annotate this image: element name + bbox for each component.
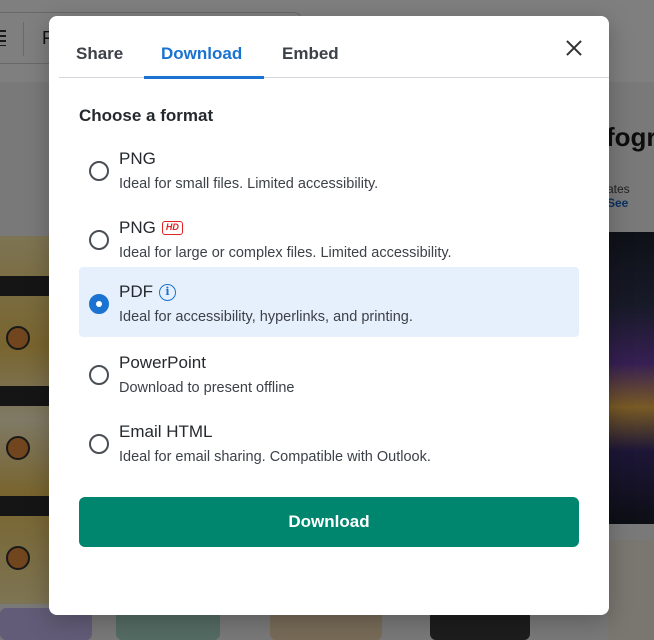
option-title: PNG HD	[119, 218, 183, 238]
option-title: Email HTML	[119, 422, 213, 441]
format-option-email-html[interactable]: Email HTML Ideal for email sharing. Comp…	[79, 407, 579, 477]
radio-button[interactable]	[89, 161, 109, 181]
format-option-png[interactable]: PNG Ideal for small files. Limited acces…	[79, 134, 579, 204]
format-option-powerpoint[interactable]: PowerPoint Download to present offline	[79, 338, 579, 408]
radio-button[interactable]	[89, 365, 109, 385]
option-description: Ideal for accessibility, hyperlinks, and…	[119, 309, 413, 325]
format-option-pdf[interactable]: PDF i Ideal for accessibility, hyperlink…	[79, 267, 579, 337]
hd-badge-icon: HD	[161, 221, 183, 235]
format-option-png-hd[interactable]: PNG HD Ideal for large or complex files.…	[79, 203, 579, 273]
info-icon[interactable]: i	[159, 283, 176, 301]
option-description: Ideal for email sharing. Compatible with…	[119, 449, 431, 465]
option-description: Download to present offline	[119, 380, 295, 396]
download-button[interactable]: Download	[79, 497, 579, 547]
radio-button[interactable]	[89, 230, 109, 250]
format-heading: Choose a format	[79, 106, 214, 125]
radio-button-selected[interactable]	[89, 294, 109, 314]
radio-button[interactable]	[89, 434, 109, 454]
modal-tabs: Share Download Embed	[49, 16, 609, 79]
tab-share[interactable]: Share	[76, 44, 123, 64]
option-title: PowerPoint	[119, 353, 206, 372]
active-tab-indicator	[144, 76, 264, 79]
option-title: PNG	[119, 149, 156, 168]
tab-embed[interactable]: Embed	[282, 44, 339, 64]
option-description: Ideal for large or complex files. Limite…	[119, 245, 452, 261]
tab-download[interactable]: Download	[161, 44, 242, 64]
download-modal: Share Download Embed Choose a format PNG…	[49, 16, 609, 615]
option-title: PDF i	[119, 282, 176, 302]
tabs-divider	[59, 77, 609, 78]
close-icon[interactable]	[562, 36, 586, 60]
option-description: Ideal for small files. Limited accessibi…	[119, 176, 379, 192]
